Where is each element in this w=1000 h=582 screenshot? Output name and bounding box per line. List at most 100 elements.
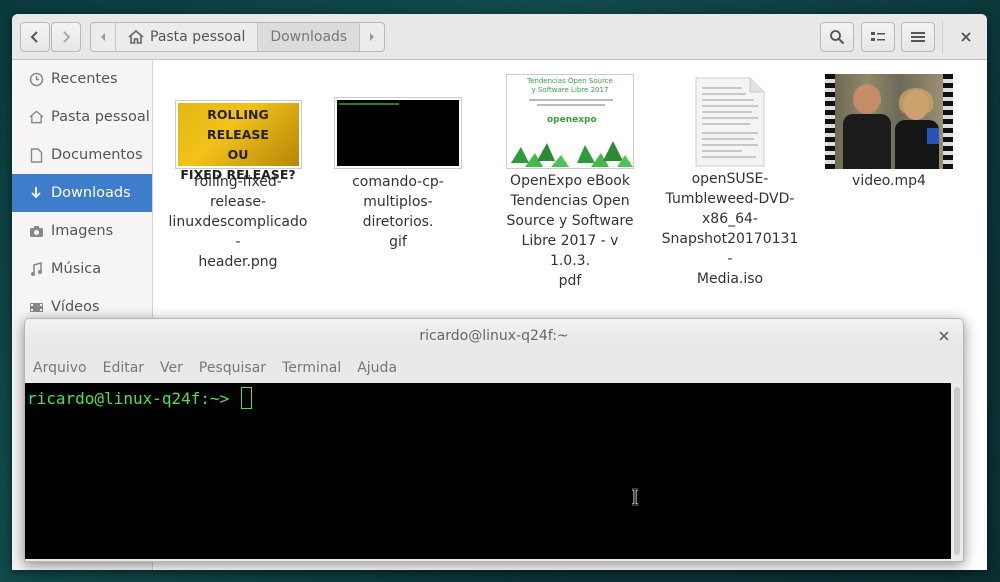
menu-ver[interactable]: Ver xyxy=(152,360,191,376)
thumbnail-detail xyxy=(537,104,605,106)
file-item[interactable]: comando-cp- multiplos-diretorios. gif xyxy=(328,97,468,252)
document-file-icon xyxy=(695,77,765,167)
caret-right-icon xyxy=(370,33,375,41)
terminal-titlebar[interactable]: ricardo@linux-q24f:~ xyxy=(25,319,963,353)
terminal-menubar: Arquivo Editar Ver Pesquisar Terminal Aj… xyxy=(25,353,963,383)
music-icon xyxy=(28,261,44,277)
sidebar-item-documentos[interactable]: Documentos xyxy=(12,136,152,174)
breadcrumb-home[interactable]: Pasta pessoal xyxy=(116,23,259,51)
search-button[interactable] xyxy=(820,22,854,52)
view-toggle-button[interactable] xyxy=(861,22,895,52)
file-name-line: pdf xyxy=(558,273,582,289)
file-name: OpenExpo eBook Tendencias Open Source y … xyxy=(500,171,640,291)
file-name: openSUSE- Tumbleweed-DVD- x86_64- Snapsh… xyxy=(660,169,800,289)
microphone-shape xyxy=(927,128,939,144)
breadcrumb: Pasta pessoal Downloads xyxy=(90,22,386,52)
film-strip-right xyxy=(943,74,953,169)
sidebar-item-label: Documentos xyxy=(51,147,143,163)
thumbnail-image: ROLLING RELEASE OU FIXED RELEASE? xyxy=(177,103,299,182)
file-item[interactable]: video.mp4 xyxy=(819,74,959,191)
terminal-cursor xyxy=(240,387,252,409)
menu-pesquisar[interactable]: Pesquisar xyxy=(191,360,274,376)
file-name-line: Source y Software xyxy=(506,213,634,229)
menu-ajuda[interactable]: Ajuda xyxy=(349,360,405,376)
file-name-line: Snapshot20170131- xyxy=(661,231,799,267)
file-item[interactable]: openSUSE- Tumbleweed-DVD- x86_64- Snapsh… xyxy=(660,77,800,289)
file-item[interactable]: Tendencias Open Source y Software Libre … xyxy=(500,74,640,291)
terminal-close-button[interactable] xyxy=(935,327,953,345)
person-hair xyxy=(899,88,933,114)
file-name: video.mp4 xyxy=(819,171,959,191)
file-name-line: linuxdescomplicado- xyxy=(168,214,308,250)
document-icon xyxy=(28,147,44,163)
thumbnail-text: openexpo xyxy=(547,115,597,125)
file-name-line: x86_64- xyxy=(702,211,758,227)
file-thumbnail xyxy=(694,77,766,167)
terminal-prompt-line: ricardo@linux-q24f:~> xyxy=(27,387,252,409)
file-name-line: video.mp4 xyxy=(852,173,926,189)
breadcrumb-left-button[interactable] xyxy=(91,23,116,51)
sidebar-item-imagens[interactable]: Imagens xyxy=(12,212,152,250)
terminal-prompt: ricardo@linux-q24f:~> xyxy=(27,389,239,408)
sidebar-item-pasta-pessoal[interactable]: Pasta pessoal xyxy=(12,98,152,136)
close-icon xyxy=(961,32,971,42)
sidebar-item-recentes[interactable]: Recentes xyxy=(12,60,152,98)
thumbnail-title: Tendencias Open Source y Software Libre … xyxy=(507,77,633,95)
sidebar-item-label: Downloads xyxy=(51,185,131,201)
sidebar-item-label: Recentes xyxy=(51,71,118,87)
forward-arrow-icon xyxy=(63,31,71,43)
menu-arquivo[interactable]: Arquivo xyxy=(25,360,95,376)
person-shape xyxy=(853,84,881,114)
terminal-scrollbar[interactable] xyxy=(951,383,963,559)
file-name-line: Tumbleweed-DVD- xyxy=(665,191,795,207)
camera-icon xyxy=(28,223,44,239)
breadcrumb-downloads-label: Downloads xyxy=(270,29,348,45)
file-thumbnail: ROLLING RELEASE OU FIXED RELEASE? xyxy=(174,100,302,182)
back-button[interactable] xyxy=(20,22,50,52)
film-strip-left xyxy=(825,74,835,169)
header-separator xyxy=(942,20,943,54)
sidebar-item-musica[interactable]: Música xyxy=(12,250,152,288)
scrollbar-thumb[interactable] xyxy=(954,387,960,555)
file-thumbnail xyxy=(825,74,953,169)
sidebar-item-label: Música xyxy=(51,261,102,277)
file-name-line: multiplos-diretorios. xyxy=(362,194,434,230)
sidebar-item-label: Pasta pessoal xyxy=(51,109,150,125)
list-view-icon xyxy=(871,32,885,41)
breadcrumb-downloads[interactable]: Downloads xyxy=(258,23,361,51)
file-thumbnail: Tendencias Open Source y Software Libre … xyxy=(506,74,634,169)
text-cursor-icon xyxy=(632,488,638,506)
file-name-line: Media.iso xyxy=(696,271,764,287)
sidebar-item-downloads[interactable]: Downloads xyxy=(12,174,152,212)
terminal-title: ricardo@linux-q24f:~ xyxy=(419,328,569,344)
thumbnail-text: FIXED RELEASE? xyxy=(180,167,296,182)
clock-icon xyxy=(28,71,44,87)
sidebar-item-label: Vídeos xyxy=(51,299,100,315)
thumbnail-detail xyxy=(529,99,613,101)
file-name-line: Libre 2017 - v 1.0.3. xyxy=(521,233,619,269)
menu-button[interactable] xyxy=(901,22,935,52)
terminal-output[interactable]: ricardo@linux-q24f:~> xyxy=(25,383,951,559)
thumbnail-graphic xyxy=(511,141,633,167)
window-close-button[interactable] xyxy=(956,27,976,47)
home-icon xyxy=(28,109,44,125)
file-name: comando-cp- multiplos-diretorios. gif xyxy=(328,172,468,252)
file-name-line: OpenExpo eBook xyxy=(510,173,630,189)
hamburger-icon xyxy=(911,32,925,42)
file-name-line: header.png xyxy=(198,254,278,270)
person-shape xyxy=(843,114,891,169)
caret-left-icon xyxy=(101,33,105,41)
forward-button[interactable] xyxy=(51,22,81,52)
file-item[interactable]: ROLLING RELEASE OU FIXED RELEASE? rollin… xyxy=(168,100,308,272)
download-icon xyxy=(28,185,44,201)
thumbnail-text: Tendencias Open Source xyxy=(527,77,613,85)
breadcrumb-right-button[interactable] xyxy=(360,23,384,51)
menu-terminal[interactable]: Terminal xyxy=(274,360,349,376)
file-name-line: gif xyxy=(389,234,407,250)
thumbnail-image xyxy=(835,74,943,169)
file-name-line: Tendencias Open xyxy=(510,193,630,209)
menu-editar[interactable]: Editar xyxy=(95,360,152,376)
header-bar: Pasta pessoal Downloads xyxy=(12,14,987,60)
file-name-line: openSUSE- xyxy=(691,171,769,187)
thumbnail-text: OU xyxy=(227,147,249,162)
